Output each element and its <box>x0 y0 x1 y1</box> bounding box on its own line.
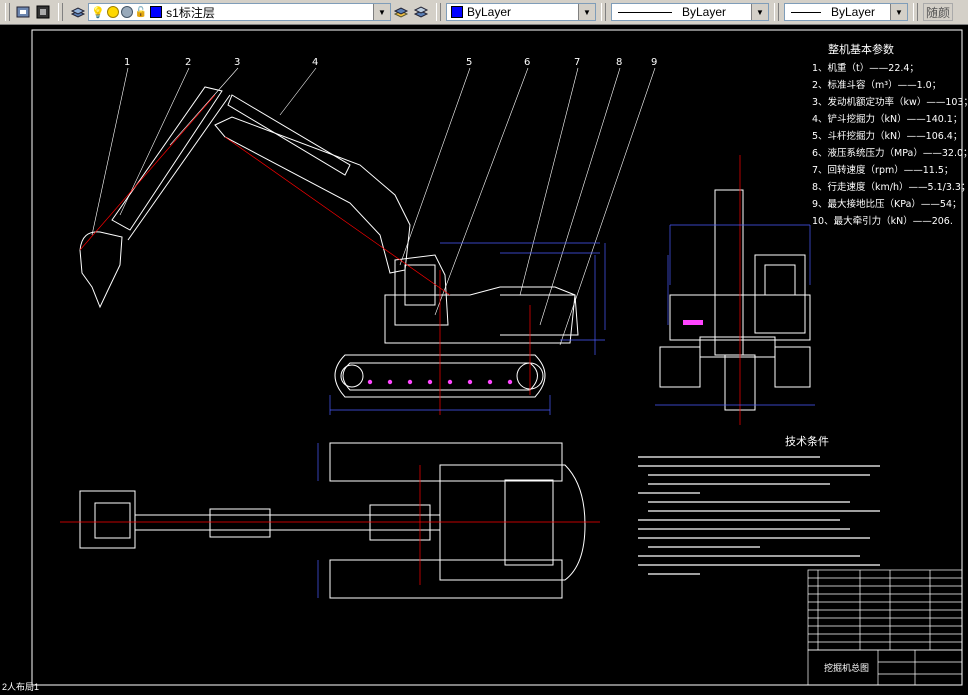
drawing-border <box>31 29 963 686</box>
plotstyle-value: 随颜 <box>926 5 951 20</box>
layer-translate-icon[interactable] <box>411 2 431 22</box>
chevron-down-icon[interactable]: ▼ <box>373 4 390 20</box>
toolbar-grip[interactable] <box>58 3 63 21</box>
chevron-down-icon[interactable]: ▼ <box>890 4 907 20</box>
callout-numbers: 1 2 3 4 5 6 7 8 9 <box>124 57 657 68</box>
layer-manager-icon[interactable] <box>68 2 88 22</box>
callout-number: 7 <box>574 57 580 68</box>
spec-line: 7、回转速度（rpm）——11.5； <box>812 164 953 176</box>
callout-number: 9 <box>651 57 657 68</box>
callout-number: 5 <box>466 57 472 68</box>
layer-states-icon[interactable] <box>13 2 33 22</box>
callout-number: 8 <box>616 57 622 68</box>
toolbar-grip[interactable] <box>913 3 918 21</box>
layer-on-icon: 💡 <box>91 6 105 19</box>
layout-tab-text[interactable]: 2人布局1 <box>0 680 39 692</box>
linetype-value: ByLayer <box>682 5 727 19</box>
layer-name: s1标注层 <box>166 5 215 20</box>
tech-text-lines <box>638 456 880 575</box>
color-dropdown[interactable]: ByLayer ▼ <box>446 3 596 21</box>
spec-line: 5、斗杆挖掘力（kN）——106.4； <box>812 130 962 142</box>
callout-number: 6 <box>524 57 530 68</box>
properties-toolbar: 💡 🔓 s1标注层 ▼ ByLayer ▼ ByLayer ▼ ByLayer … <box>0 0 968 25</box>
spec-line: 6、液压系统压力（MPa）——32.0； <box>812 147 968 159</box>
parts-list-table <box>807 569 963 651</box>
front-dimensions <box>655 224 815 406</box>
layer-freeze-icon <box>106 6 119 18</box>
layer-color-swatch <box>150 6 163 18</box>
spec-line: 8、行走速度（km/h）——5.1/3.3； <box>812 181 968 193</box>
callout-number: 3 <box>234 57 240 68</box>
layer-lock-icon: 🔓 <box>134 6 148 18</box>
chevron-down-icon[interactable]: ▼ <box>578 4 595 20</box>
spec-line: 4、铲斗挖掘力（kN）——140.1； <box>812 113 962 125</box>
layer-previous-icon[interactable] <box>391 2 411 22</box>
lineweight-value: ByLayer <box>831 5 876 19</box>
excavator-front-view <box>659 189 811 411</box>
color-value: ByLayer <box>467 5 512 19</box>
lineweight-dropdown[interactable]: ByLayer ▼ <box>784 3 908 21</box>
spec-line: 3、发动机额定功率（kw）——103； <box>812 96 968 108</box>
dimension-lines <box>329 242 606 415</box>
callout-leaders <box>91 67 656 346</box>
spec-line: 9、最大接地比压（KPa）——54； <box>812 198 962 210</box>
spec-line: 1、机重（t）——22.4； <box>812 62 919 74</box>
toolbar-grip[interactable] <box>5 3 10 21</box>
toolbar-grip[interactable] <box>436 3 441 21</box>
title-block-name: 挖掘机总图 <box>824 662 869 674</box>
specs-list: 1、机重（t）——22.4； 2、标准斗容（m³）——1.0； 3、发动机额定功… <box>812 62 968 227</box>
cad-drawing: 1 2 3 4 5 6 7 8 9 整机基本参数 1、机重（t）——22.4； … <box>31 29 968 686</box>
center-lines <box>79 94 531 415</box>
spec-line: 10、最大牵引力（kN）——206. <box>812 215 953 227</box>
tech-title: 技术条件 <box>785 434 829 448</box>
callout-number: 2 <box>185 57 191 68</box>
spec-line: 2、标准斗容（m³）——1.0； <box>812 79 941 91</box>
specs-title: 整机基本参数 <box>828 42 894 56</box>
callout-number: 1 <box>124 57 130 68</box>
drawing-canvas[interactable]: 1 2 3 4 5 6 7 8 9 整机基本参数 1、机重（t）——22.4； … <box>0 25 968 690</box>
layer-dropdown[interactable]: 💡 🔓 s1标注层 ▼ <box>88 3 391 21</box>
chevron-down-icon[interactable]: ▼ <box>751 4 768 20</box>
linetype-dropdown[interactable]: ByLayer ▼ <box>611 3 769 21</box>
toolbar-grip[interactable] <box>601 3 606 21</box>
toolbar-grip[interactable] <box>774 3 779 21</box>
front-bolts <box>683 320 703 325</box>
excavator-top-view <box>79 442 586 599</box>
callout-number: 4 <box>312 57 318 68</box>
layer-viewport-icon <box>120 6 133 18</box>
plotstyle-dropdown[interactable]: 随颜 <box>923 3 953 21</box>
make-current-layer-icon[interactable] <box>33 2 53 22</box>
